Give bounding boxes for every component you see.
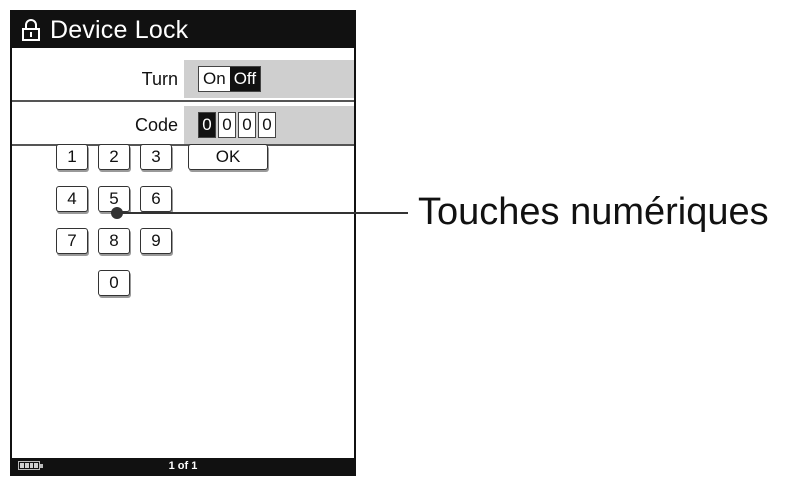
code-digit-3[interactable]: 0: [238, 112, 256, 138]
key-9[interactable]: 9: [140, 228, 172, 254]
code-panel: 0 0 0 0: [184, 106, 354, 144]
turn-toggle[interactable]: On Off: [198, 66, 262, 92]
page-indicator: 1 of 1: [168, 460, 198, 472]
turn-on-option[interactable]: On: [199, 67, 230, 91]
lock-icon: [18, 17, 44, 43]
turn-panel: On Off: [184, 60, 354, 98]
callout-label: Touches numériques: [418, 190, 769, 233]
key-8[interactable]: 8: [98, 228, 130, 254]
divider: [12, 100, 354, 102]
turn-off-option[interactable]: Off: [229, 67, 261, 91]
callout-dot: [111, 207, 123, 219]
code-label: Code: [134, 114, 178, 135]
code-digit-4[interactable]: 0: [258, 112, 276, 138]
key-0[interactable]: 0: [98, 270, 130, 296]
status-bar: 1 of 1: [12, 458, 354, 474]
ok-button[interactable]: OK: [188, 144, 268, 170]
code-digit-1[interactable]: 0: [198, 112, 216, 138]
key-4[interactable]: 4: [56, 186, 88, 212]
key-2[interactable]: 2: [98, 144, 130, 170]
key-7[interactable]: 7: [56, 228, 88, 254]
turn-row: Turn On Off: [12, 60, 354, 98]
key-6[interactable]: 6: [140, 186, 172, 212]
window-title: Device Lock: [50, 15, 189, 44]
callout-line: [118, 212, 408, 214]
device-screen: Device Lock Turn On Off Code 0 0 0 0 1 2…: [10, 10, 356, 476]
key-3[interactable]: 3: [140, 144, 172, 170]
title-bar: Device Lock: [12, 12, 354, 48]
code-row: Code 0 0 0 0: [12, 106, 354, 144]
turn-label: Turn: [141, 68, 178, 89]
code-digits: 0 0 0 0: [198, 112, 278, 138]
code-digit-2[interactable]: 0: [218, 112, 236, 138]
key-1[interactable]: 1: [56, 144, 88, 170]
